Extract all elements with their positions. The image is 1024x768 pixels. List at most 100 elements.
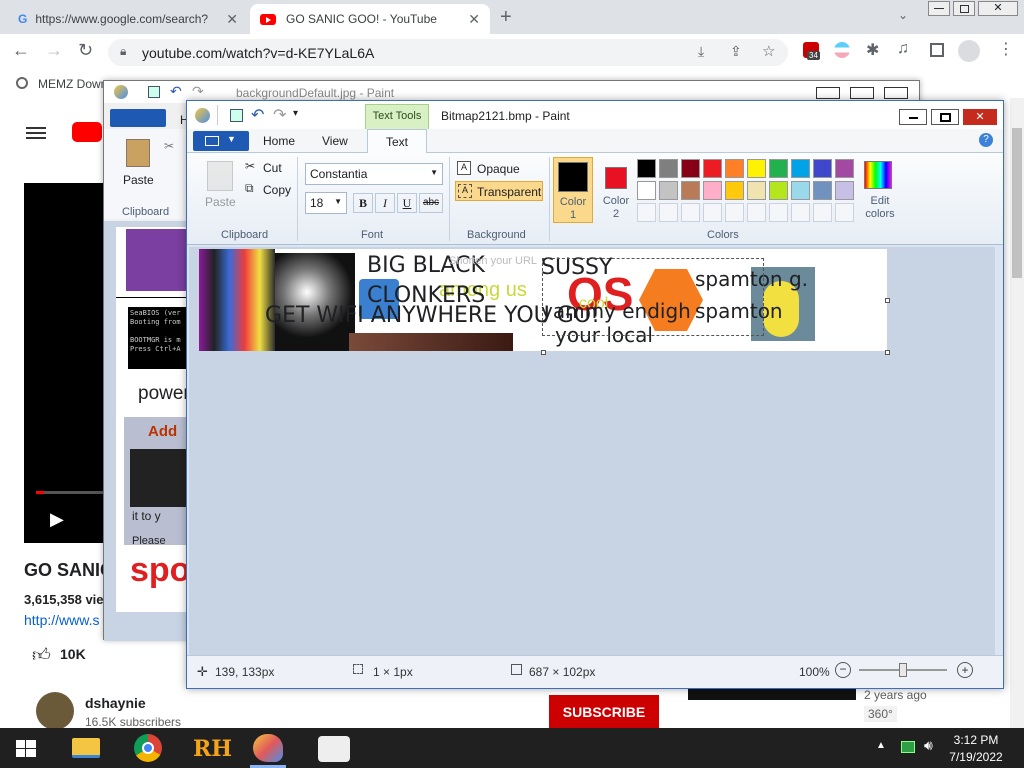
star-icon[interactable]: ☆ bbox=[762, 42, 775, 60]
palette-empty-swatch[interactable] bbox=[835, 203, 854, 222]
clock-time[interactable]: 3:12 PM bbox=[946, 733, 1006, 747]
side-panel-icon[interactable] bbox=[930, 43, 944, 57]
redo-icon[interactable]: ↷ bbox=[273, 105, 286, 125]
palette-color-swatch[interactable] bbox=[747, 181, 766, 200]
palette-color-swatch[interactable] bbox=[681, 181, 700, 200]
battery-icon[interactable] bbox=[901, 741, 915, 753]
channel-name[interactable]: dshaynie bbox=[85, 695, 146, 711]
palette-color-swatch[interactable] bbox=[725, 181, 744, 200]
resize-handle-right[interactable] bbox=[885, 298, 890, 303]
tab-view[interactable]: View bbox=[322, 134, 348, 148]
redo-icon[interactable]: ↷ bbox=[192, 83, 204, 100]
resize-handle-bottom[interactable] bbox=[541, 350, 546, 355]
palette-color-swatch[interactable] bbox=[835, 159, 854, 178]
palette-color-swatch[interactable] bbox=[769, 159, 788, 178]
palette-color-swatch[interactable] bbox=[637, 181, 656, 200]
close-button[interactable]: ✕ bbox=[963, 109, 997, 125]
bold-button[interactable]: B bbox=[353, 193, 373, 213]
quick-access-dropdown-icon[interactable]: ▾ bbox=[293, 108, 298, 119]
media-control-icon[interactable]: ♫ bbox=[897, 40, 909, 58]
text-selection-box[interactable] bbox=[542, 258, 764, 336]
cut-button[interactable]: Cut bbox=[263, 161, 282, 175]
strikethrough-button[interactable]: abc bbox=[419, 193, 443, 213]
minimize-button[interactable] bbox=[899, 109, 927, 125]
zoom-slider[interactable] bbox=[859, 663, 947, 677]
close-button[interactable] bbox=[884, 87, 908, 99]
tab-google-search[interactable]: G https://www.google.com/search? ✕ bbox=[8, 4, 248, 34]
minimize-button[interactable] bbox=[928, 1, 950, 16]
forward-icon[interactable]: → bbox=[45, 40, 63, 61]
youtube-logo[interactable] bbox=[72, 122, 102, 142]
palette-empty-swatch[interactable] bbox=[703, 203, 722, 222]
paste-icon[interactable] bbox=[126, 139, 150, 167]
extension-icon[interactable]: 34 bbox=[803, 42, 820, 60]
menu-icon[interactable]: ⋮ bbox=[998, 39, 1014, 59]
address-bar[interactable]: 🔒︎ youtube.com/watch?v=d-KE7YLaL6A ⤓ ⇪ ☆ bbox=[108, 39, 788, 66]
profile-extension-icon[interactable] bbox=[834, 42, 850, 58]
bookmark-memz[interactable]: MEMZ Down bbox=[38, 77, 107, 91]
subscribe-button[interactable]: SUBSCRIBE bbox=[549, 695, 659, 730]
cut-icon[interactable]: ✂ bbox=[164, 139, 174, 153]
volume-icon[interactable]: 🔊︎ bbox=[924, 737, 933, 754]
canvas[interactable]: SeaBIOS (ver Booting from BOOTMGR is m Pres… bbox=[116, 227, 187, 612]
paint-taskbar-icon[interactable] bbox=[253, 734, 283, 762]
palette-color-swatch[interactable] bbox=[747, 159, 766, 178]
description-link[interactable]: http://www.s bbox=[24, 612, 99, 628]
paint-window[interactable]: ↶ ↷ ▾ Text Tools Bitmap2121.bmp - Paint … bbox=[186, 100, 1004, 689]
palette-empty-swatch[interactable] bbox=[747, 203, 766, 222]
maximize-button[interactable] bbox=[850, 87, 874, 99]
color1-button[interactable]: Color 1 bbox=[553, 157, 593, 223]
side-thumbnail[interactable] bbox=[688, 688, 856, 700]
font-size-select[interactable]: 18 ▼ bbox=[305, 192, 347, 214]
resize-handle-corner[interactable] bbox=[885, 350, 890, 355]
help-icon[interactable]: ? bbox=[979, 133, 993, 147]
underline-button[interactable]: U bbox=[397, 193, 417, 213]
italic-button[interactable]: I bbox=[375, 193, 395, 213]
file-menu-button[interactable]: ▼ bbox=[193, 131, 249, 151]
palette-empty-swatch[interactable] bbox=[659, 203, 678, 222]
paste-icon[interactable] bbox=[207, 161, 233, 191]
canvas[interactable]: BIG BLACK among us CLONKERS GET WIFI ANY… bbox=[199, 249, 887, 351]
close-icon[interactable]: ✕ bbox=[226, 11, 238, 28]
snipping-tool-icon[interactable] bbox=[318, 736, 350, 762]
font-family-select[interactable]: Constantia ▼ bbox=[305, 163, 443, 185]
copy-icon[interactable]: ⧉ bbox=[245, 181, 254, 196]
minimize-button[interactable] bbox=[816, 87, 840, 99]
file-menu-button[interactable] bbox=[110, 109, 166, 127]
undo-icon[interactable]: ↶ bbox=[251, 105, 264, 125]
opaque-button[interactable]: A Opaque bbox=[457, 159, 541, 179]
puzzle-icon[interactable]: ✱ bbox=[866, 40, 879, 60]
back-icon[interactable]: ← bbox=[12, 40, 30, 61]
page-scrollbar[interactable] bbox=[1010, 98, 1024, 728]
tab-text[interactable]: Text bbox=[367, 129, 427, 154]
rh-app-icon[interactable]: RH bbox=[193, 736, 232, 762]
maximize-button[interactable] bbox=[931, 109, 959, 125]
clock-date[interactable]: 7/19/2022 bbox=[946, 750, 1006, 764]
close-window-button[interactable]: ✕ bbox=[978, 1, 1018, 16]
save-icon[interactable] bbox=[148, 86, 160, 98]
palette-empty-swatch[interactable] bbox=[791, 203, 810, 222]
zoom-slider-thumb[interactable] bbox=[899, 663, 907, 677]
palette-color-swatch[interactable] bbox=[725, 159, 744, 178]
reload-icon[interactable]: ↻ bbox=[78, 40, 93, 61]
palette-color-swatch[interactable] bbox=[659, 181, 678, 200]
hamburger-icon[interactable] bbox=[26, 124, 46, 142]
palette-color-swatch[interactable] bbox=[703, 181, 722, 200]
tab-search-icon[interactable]: ⌄ bbox=[898, 8, 908, 22]
palette-empty-swatch[interactable] bbox=[637, 203, 656, 222]
save-icon[interactable] bbox=[230, 109, 243, 122]
palette-empty-swatch[interactable] bbox=[681, 203, 700, 222]
channel-avatar[interactable] bbox=[36, 692, 74, 730]
copy-button[interactable]: Copy bbox=[263, 183, 291, 197]
restore-button[interactable] bbox=[953, 1, 975, 16]
file-explorer-icon[interactable] bbox=[72, 738, 100, 758]
install-icon[interactable]: ⤓ bbox=[698, 43, 704, 60]
palette-color-swatch[interactable] bbox=[813, 159, 832, 178]
play-icon[interactable]: ▶ bbox=[50, 509, 64, 530]
transparent-button[interactable]: A Transparent bbox=[455, 181, 543, 201]
palette-color-swatch[interactable] bbox=[681, 159, 700, 178]
share-icon[interactable]: ⇪ bbox=[730, 43, 742, 60]
palette-color-swatch[interactable] bbox=[659, 159, 678, 178]
palette-empty-swatch[interactable] bbox=[769, 203, 788, 222]
color2-button[interactable]: Color 2 bbox=[597, 157, 637, 223]
